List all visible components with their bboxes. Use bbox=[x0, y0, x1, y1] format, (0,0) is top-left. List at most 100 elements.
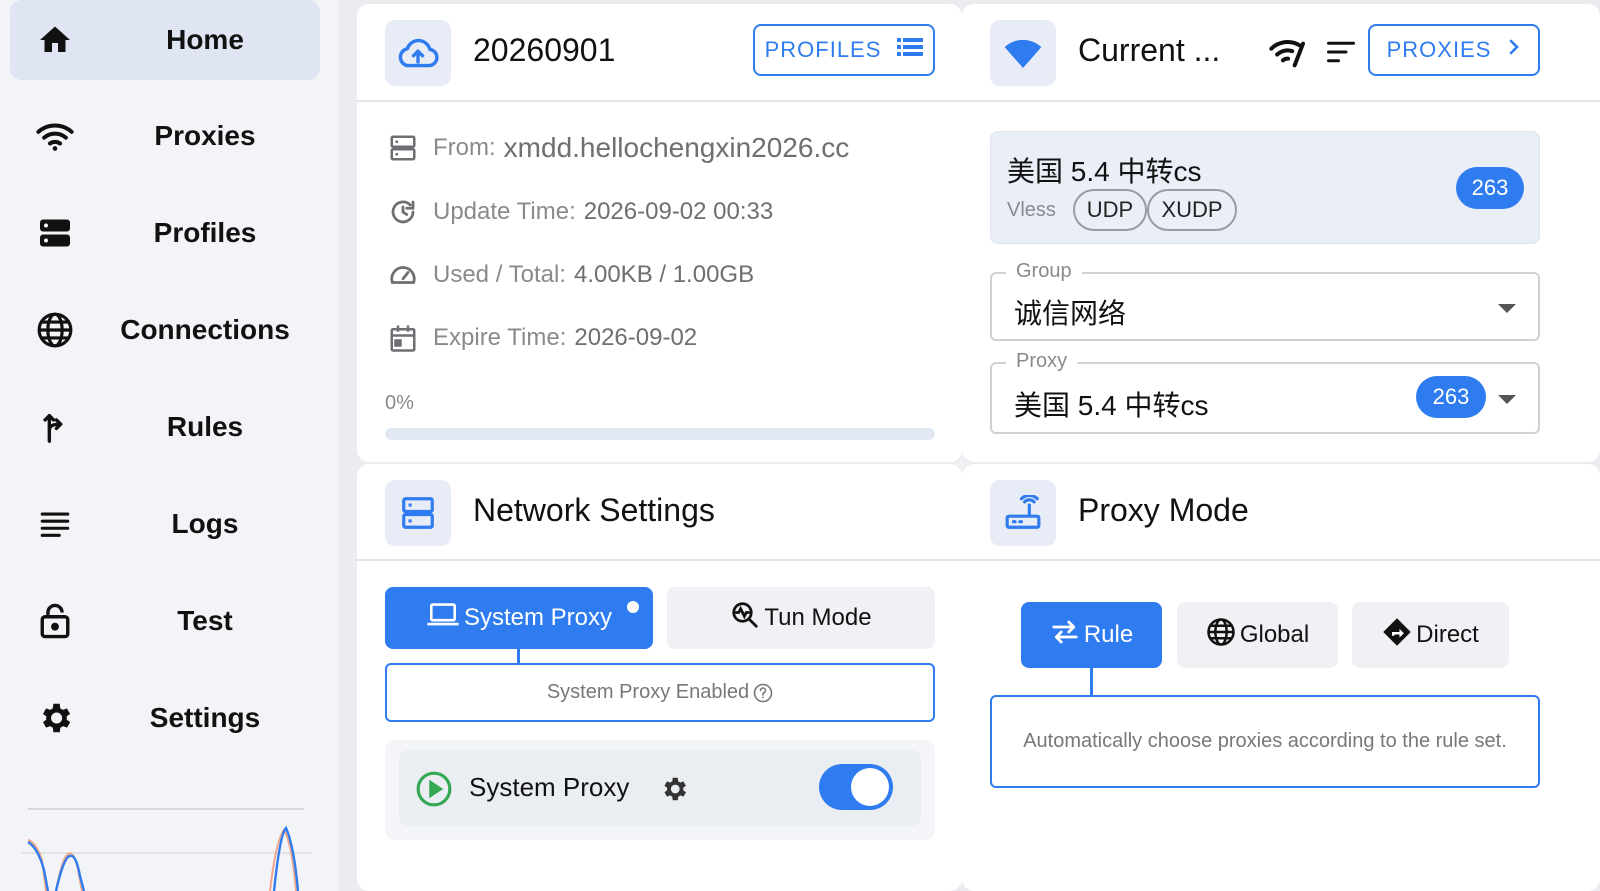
traffic-graph bbox=[22, 825, 312, 891]
proxies-button[interactable]: PROXIES bbox=[1368, 24, 1540, 76]
sidebar-item-connections[interactable]: Connections bbox=[10, 290, 320, 370]
mode-direct-button[interactable]: Direct bbox=[1352, 602, 1509, 668]
group-value: 诚信网络 bbox=[1014, 298, 1127, 329]
status-text: System Proxy Enabled bbox=[546, 681, 750, 703]
current-proxy-card: Current ... PROXIES 美国 5.4 中转cs Vless UD… bbox=[962, 4, 1600, 462]
speedometer-icon bbox=[385, 257, 421, 293]
network-check-icon[interactable] bbox=[1268, 34, 1308, 70]
gear-icon bbox=[34, 697, 76, 739]
sidebar-item-settings[interactable]: Settings bbox=[10, 678, 320, 758]
profile-title: 20260901 bbox=[473, 32, 616, 68]
connector-line bbox=[1090, 668, 1093, 696]
swap-arrows-icon bbox=[1050, 619, 1080, 652]
sidebar-item-label: Settings bbox=[149, 702, 261, 733]
card-header: Current ... PROXIES bbox=[962, 4, 1600, 102]
used-value: 4.00KB / 1.00GB bbox=[573, 261, 755, 288]
lines-icon bbox=[34, 503, 76, 545]
play-circle-icon[interactable] bbox=[415, 770, 453, 813]
active-dot bbox=[627, 601, 639, 613]
system-proxy-tab[interactable]: System Proxy bbox=[385, 587, 653, 649]
wifi-signal-icon bbox=[990, 20, 1056, 86]
sort-icon[interactable] bbox=[1326, 38, 1356, 66]
divider bbox=[28, 808, 304, 810]
system-proxy-label: System Proxy bbox=[469, 772, 630, 802]
magnify-pulse-icon bbox=[730, 600, 760, 637]
sidebar-item-rules[interactable]: Rules bbox=[10, 387, 320, 467]
group-legend: Group bbox=[1006, 260, 1082, 283]
help-icon[interactable] bbox=[753, 683, 773, 703]
profiles-button-label: PROFILES bbox=[764, 37, 882, 62]
storage-outline-icon bbox=[385, 480, 451, 546]
home-icon bbox=[34, 19, 76, 61]
mode-direct-label: Direct bbox=[1416, 621, 1479, 648]
mode-rule-label: Rule bbox=[1083, 621, 1134, 648]
storage-icon bbox=[34, 212, 76, 254]
list-icon bbox=[897, 37, 924, 63]
directions-icon bbox=[1382, 617, 1412, 654]
proxy-delay-badge[interactable]: 263 bbox=[1416, 376, 1486, 418]
chevron-down-icon bbox=[1498, 304, 1516, 313]
from-value[interactable]: xmdd.hellochengxin2026.cc bbox=[504, 132, 850, 164]
wifi-icon bbox=[34, 115, 76, 157]
sidebar-item-label: Test bbox=[177, 605, 233, 636]
profile-card: 20260901 PROFILES From: xmdd.hellochengx… bbox=[357, 4, 962, 462]
sidebar: Home Proxies Profiles Connections Rules … bbox=[0, 0, 338, 891]
chevron-down-icon bbox=[1498, 395, 1516, 404]
chevron-right-icon bbox=[1507, 37, 1521, 63]
sidebar-item-label: Proxies bbox=[154, 120, 256, 151]
proxy-type: Vless bbox=[1007, 199, 1056, 221]
cloud-upload-icon[interactable] bbox=[385, 20, 451, 86]
proxy-mode-card: Proxy Mode Rule Global Direct Automatica… bbox=[962, 464, 1600, 891]
tun-mode-tab[interactable]: Tun Mode bbox=[667, 587, 935, 649]
globe-icon bbox=[34, 309, 76, 351]
sidebar-item-label: Connections bbox=[120, 314, 290, 345]
gear-icon[interactable] bbox=[659, 774, 689, 809]
calendar-icon bbox=[385, 320, 421, 356]
proxy-select[interactable]: Proxy 美国 5.4 中转cs 263 bbox=[990, 350, 1540, 434]
delay-badge[interactable]: 263 bbox=[1456, 167, 1524, 209]
usage-row: Used / Total: 4.00KB / 1.00GB bbox=[385, 257, 754, 293]
mode-global-button[interactable]: Global bbox=[1177, 602, 1338, 668]
sidebar-item-profiles[interactable]: Profiles bbox=[10, 193, 320, 273]
current-title: Current ... bbox=[1078, 32, 1221, 68]
network-settings-card: Network Settings System Proxy Tun Mode S… bbox=[357, 464, 962, 891]
profiles-button[interactable]: PROFILES bbox=[753, 24, 935, 76]
sidebar-item-label: Rules bbox=[166, 411, 244, 442]
system-proxy-toggle[interactable] bbox=[819, 764, 893, 810]
group-select[interactable]: Group 诚信网络 bbox=[990, 260, 1540, 341]
from-label: From: bbox=[433, 134, 496, 161]
proxy-value: 美国 5.4 中转cs bbox=[1014, 390, 1209, 421]
from-row: From: xmdd.hellochengxin2026.cc bbox=[385, 130, 849, 166]
refresh-clock-icon bbox=[385, 194, 421, 230]
mode-rule-button[interactable]: Rule bbox=[1021, 602, 1162, 668]
sidebar-item-home[interactable]: Home bbox=[10, 0, 320, 80]
tag-udp: UDP bbox=[1073, 189, 1147, 231]
sidebar-item-test[interactable]: Test bbox=[10, 581, 320, 661]
card-header: Network Settings bbox=[357, 464, 962, 561]
usage-progress-bar bbox=[385, 428, 935, 440]
fork-arrow-icon bbox=[34, 406, 76, 448]
tag-xudp: XUDP bbox=[1147, 189, 1237, 231]
current-proxy-box[interactable]: 美国 5.4 中转cs Vless UDP XUDP 263 bbox=[990, 131, 1540, 244]
proxy-legend: Proxy bbox=[1006, 350, 1078, 373]
used-label: Used / Total: bbox=[433, 261, 566, 288]
expire-row: Expire Time: 2026-09-02 bbox=[385, 320, 697, 356]
connector-line bbox=[517, 649, 520, 664]
system-proxy-status: System Proxy Enabled bbox=[385, 663, 935, 722]
mode-global-label: Global bbox=[1239, 621, 1310, 648]
usage-percent: 0% bbox=[385, 392, 414, 414]
laptop-icon bbox=[426, 602, 460, 635]
router-icon bbox=[990, 480, 1056, 546]
current-proxy-name: 美国 5.4 中转cs bbox=[1007, 156, 1202, 187]
sidebar-item-proxies[interactable]: Proxies bbox=[10, 96, 320, 176]
globe-icon bbox=[1206, 617, 1236, 654]
storage-outline-icon bbox=[385, 130, 421, 166]
proxy-mode-title: Proxy Mode bbox=[1078, 492, 1249, 528]
toggle-knob bbox=[851, 768, 889, 806]
expire-value: 2026-09-02 bbox=[574, 324, 698, 351]
sidebar-item-logs[interactable]: Logs bbox=[10, 484, 320, 564]
lock-icon bbox=[34, 600, 76, 642]
network-settings-title: Network Settings bbox=[473, 492, 715, 528]
card-header: Proxy Mode bbox=[962, 464, 1600, 561]
system-proxy-control: System Proxy bbox=[399, 750, 921, 826]
